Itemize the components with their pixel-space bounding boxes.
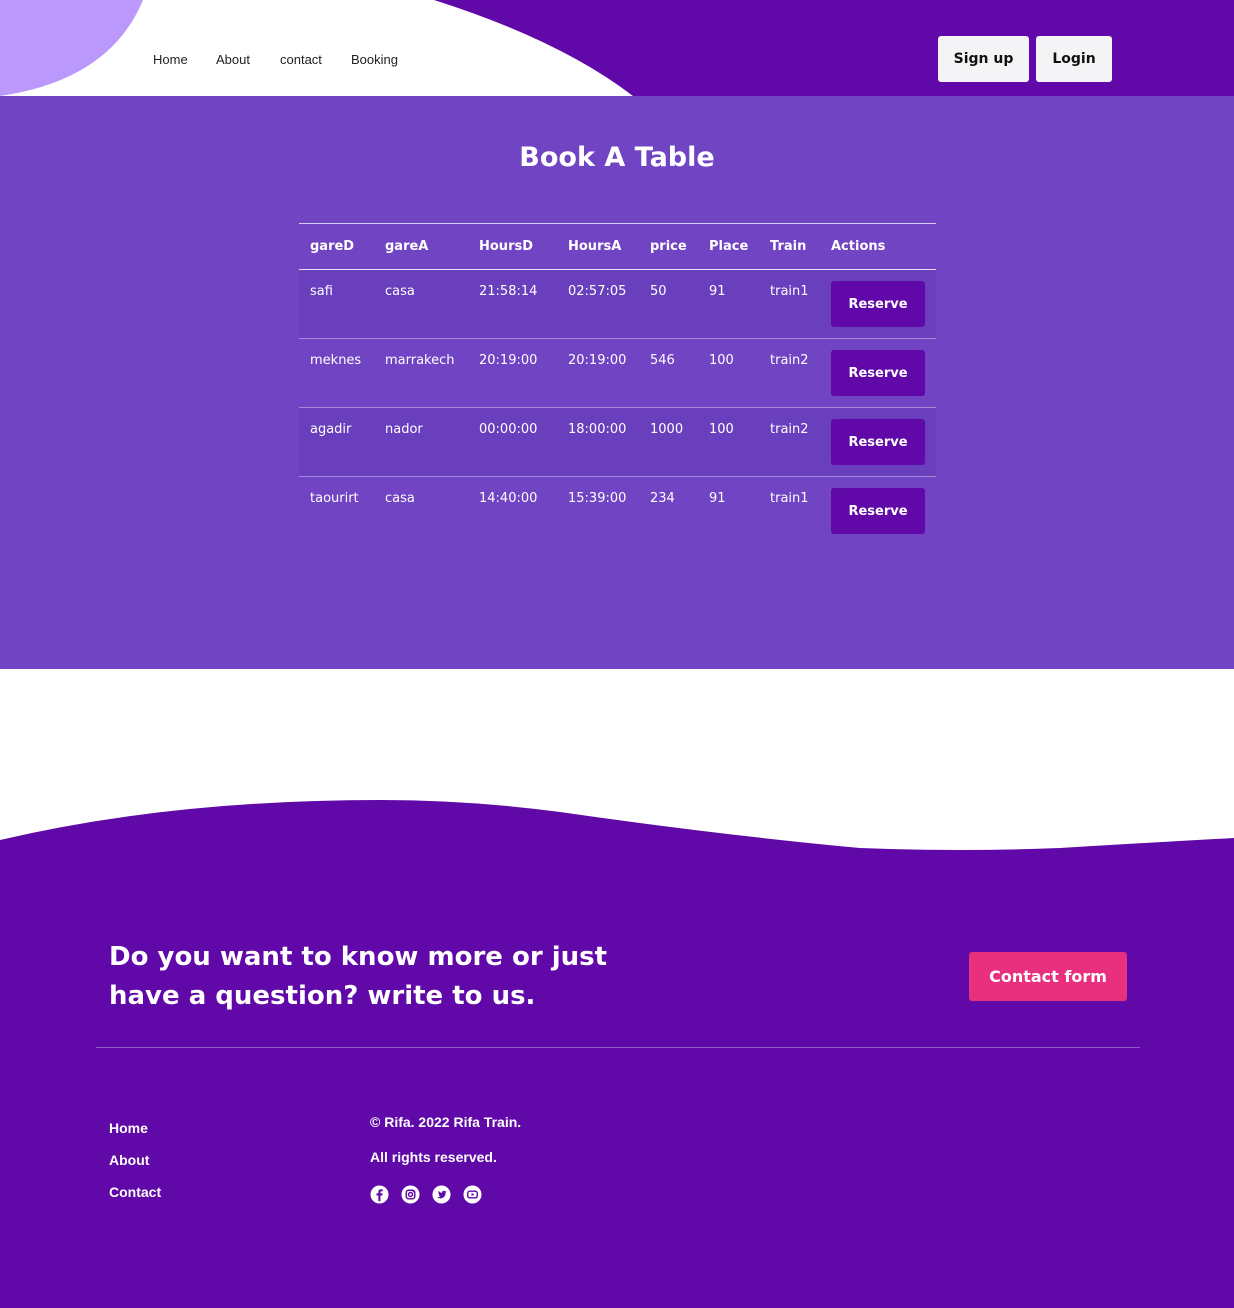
page-title: Book A Table: [519, 142, 715, 173]
cell-hoursd: 14:40:00: [479, 491, 538, 506]
instagram-icon[interactable]: [401, 1185, 420, 1204]
cell-hoursa: 20:19:00: [557, 338, 639, 408]
cta-line-2: have a question? write to us.: [109, 981, 536, 1011]
footer-divider: [96, 1047, 1140, 1048]
cell-gared: meknes: [299, 338, 374, 408]
cell-train: train2: [759, 338, 820, 408]
cell-garea: casa: [385, 491, 415, 506]
rights-text: All rights reserved.: [370, 1149, 497, 1165]
nav-about-link[interactable]: About: [216, 52, 250, 67]
cell-gared: taourirt: [310, 491, 359, 506]
cell-actions: Reserve: [820, 477, 936, 546]
cell-price: 1000: [639, 407, 698, 477]
column-header-train: Train: [759, 223, 820, 270]
cell-place: 100: [698, 338, 759, 408]
cell-price: 50: [639, 269, 698, 339]
cta-line-1: Do you want to know more or just: [109, 942, 608, 972]
footer-link-about[interactable]: About: [109, 1152, 161, 1184]
cell-train: train1: [759, 269, 820, 339]
cell-actions: Reserve: [820, 407, 936, 477]
nav-contact-link[interactable]: contact: [280, 52, 322, 67]
login-button[interactable]: Login: [1036, 36, 1112, 82]
social-icons: [370, 1185, 482, 1204]
reserve-button[interactable]: Reserve: [831, 281, 925, 327]
table-row: agadir nador 00:00:00 18:00:00 1000 100 …: [299, 407, 936, 477]
column-header-hoursa: HoursA: [557, 223, 639, 270]
table-row: meknes marrakech 20:19:00 20:19:00 546 1…: [299, 338, 936, 408]
table-row: safi casa 21:58:14 02:57:05 50 91 train1…: [299, 269, 936, 339]
column-header-price: price: [639, 223, 698, 270]
column-header-garea: gareA: [374, 223, 468, 270]
cell-actions: Reserve: [820, 269, 936, 339]
cell-hoursa: 02:57:05: [557, 269, 639, 339]
copyright-text: © Rifa. 2022 Rifa Train.: [370, 1114, 522, 1130]
column-header-gared: gareD: [299, 223, 374, 270]
column-header-actions: Actions: [820, 223, 936, 270]
cell-train: train1: [770, 491, 809, 506]
column-header-place: Place: [698, 223, 759, 270]
signup-button[interactable]: Sign up: [938, 36, 1029, 82]
reserve-button[interactable]: Reserve: [831, 419, 925, 465]
nav-home-link[interactable]: Home: [153, 52, 188, 67]
contact-form-button[interactable]: Contact form: [969, 952, 1127, 1001]
reserve-button[interactable]: Reserve: [831, 350, 925, 396]
cell-garea: casa: [374, 269, 468, 339]
cell-gared: safi: [299, 269, 374, 339]
footer-link-contact[interactable]: Contact: [109, 1184, 161, 1216]
cell-train: train2: [759, 407, 820, 477]
cta-heading: Do you want to know more or just have a …: [109, 938, 629, 1016]
cell-price: 546: [639, 338, 698, 408]
cell-price: 234: [650, 491, 675, 506]
reserve-button[interactable]: Reserve: [831, 488, 925, 534]
cell-place: 91: [709, 491, 726, 506]
cell-place: 100: [698, 407, 759, 477]
cell-hoursa: 18:00:00: [557, 407, 639, 477]
cell-garea: nador: [374, 407, 468, 477]
cell-hoursa: 15:39:00: [568, 491, 627, 506]
cell-place: 91: [698, 269, 759, 339]
cell-actions: Reserve: [820, 338, 936, 408]
table-row: taourirt casa 14:40:00 15:39:00 234 91 t…: [299, 477, 936, 546]
youtube-icon[interactable]: [463, 1185, 482, 1204]
cell-hoursd: 00:00:00: [468, 407, 557, 477]
site-footer: Do you want to know more or just have a …: [0, 852, 1234, 1308]
site-header: Home About contact Booking Sign up Login: [0, 0, 1234, 96]
footer-link-home[interactable]: Home: [109, 1120, 161, 1152]
footer-wave: [0, 800, 1234, 854]
cell-hoursd: 21:58:14: [468, 269, 557, 339]
nav-booking-link[interactable]: Booking: [351, 52, 398, 67]
cell-gared: agadir: [299, 407, 374, 477]
cell-garea: marrakech: [374, 338, 468, 408]
facebook-icon[interactable]: [370, 1185, 389, 1204]
cell-hoursd: 20:19:00: [468, 338, 557, 408]
twitter-icon[interactable]: [432, 1185, 451, 1204]
booking-table: gareD gareA HoursD HoursA price Place Tr…: [299, 223, 936, 546]
footer-links: Home About Contact: [109, 1120, 161, 1216]
booking-section: Book A Table gareD gareA HoursD HoursA p…: [0, 96, 1234, 669]
table-header-row: gareD gareA HoursD HoursA price Place Tr…: [299, 223, 936, 270]
column-header-hoursd: HoursD: [468, 223, 557, 270]
